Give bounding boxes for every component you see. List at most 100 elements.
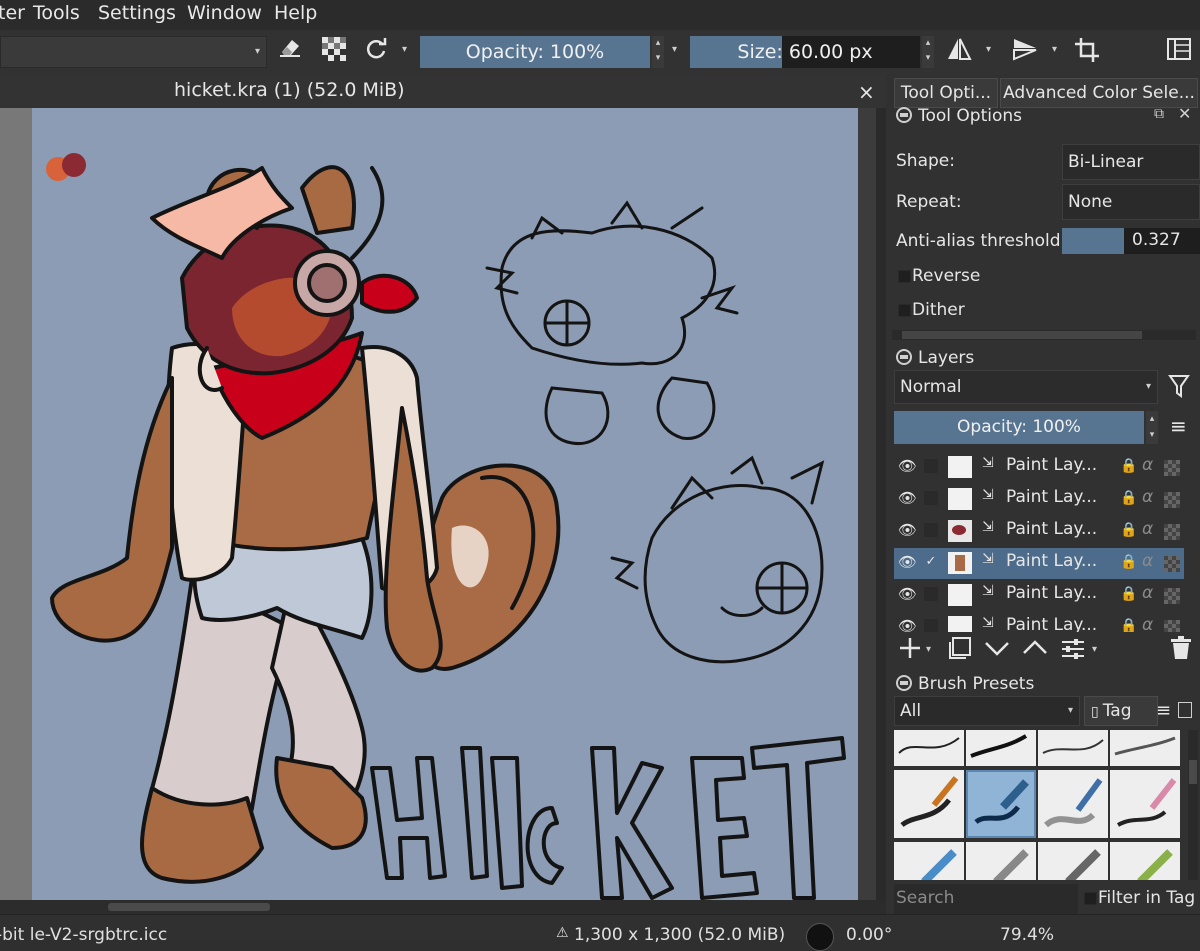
duplicate-layer-icon[interactable] — [946, 636, 972, 665]
brush-search-input[interactable]: Search — [894, 884, 1078, 914]
brush-preset-tile[interactable] — [1110, 842, 1180, 880]
artboard[interactable] — [32, 108, 858, 900]
eye-icon[interactable]: 👁 — [898, 586, 917, 602]
layer-checkbox[interactable]: ✓ — [924, 555, 938, 569]
chevron-down-icon[interactable]: ▾ — [986, 44, 991, 55]
rotation-value[interactable]: 0.00° — [846, 925, 892, 945]
layer-row[interactable]: 👁 ⇲ Paint Lay... 🔒 α — [894, 484, 1184, 515]
opacity-slider[interactable]: Opacity: 100% — [420, 36, 650, 68]
add-layer-icon[interactable] — [898, 636, 922, 665]
layer-checkbox[interactable] — [924, 619, 938, 632]
menu-settings[interactable]: Settings — [98, 2, 176, 24]
float-panel-icon[interactable]: ⧉ — [1154, 106, 1164, 122]
size-spinner[interactable]: ▴ ▾ — [922, 36, 934, 68]
layer-row[interactable]: 👁 ⇲ Paint Lay... 🔒 α — [894, 516, 1184, 547]
color-profile-text[interactable]: -bit le-V2-srgbtrc.icc — [0, 925, 167, 945]
inherit-alpha-icon[interactable] — [1164, 524, 1180, 540]
filter-icon[interactable] — [1168, 374, 1190, 403]
collapse-icon[interactable] — [896, 675, 912, 691]
brush-preset-tile-selected[interactable] — [966, 770, 1036, 838]
panel-icon[interactable] — [1178, 702, 1192, 718]
panel-layout-icon[interactable] — [1164, 37, 1194, 70]
mirror-vertical-icon[interactable] — [1010, 37, 1040, 70]
alpha-lock-icon[interactable]: α — [1142, 487, 1153, 507]
layer-row[interactable]: 👁 ⇲ Paint Lay... 🔒 α — [894, 580, 1184, 611]
brush-preset-tile[interactable] — [894, 730, 964, 766]
collapse-icon[interactable] — [896, 107, 912, 123]
repeat-combo[interactable]: None — [1062, 184, 1200, 220]
inherit-alpha-icon[interactable] — [1164, 460, 1180, 476]
chevron-down-icon[interactable]: ▾ — [1092, 644, 1097, 655]
antialias-slider[interactable]: 0.327 — [1062, 228, 1200, 254]
layer-row-selected[interactable]: 👁 ✓ ⇲ Paint Lay... 🔒 α — [894, 548, 1184, 579]
tag-button[interactable]: ▯ Tag — [1084, 696, 1158, 726]
close-panel-icon[interactable]: ✕ — [1178, 104, 1191, 123]
layer-name[interactable]: Paint Lay... — [1006, 583, 1097, 603]
collapse-icon[interactable] — [896, 349, 912, 365]
lock-icon[interactable]: 🔒 — [1120, 554, 1137, 570]
tool-options-hscroll-thumb[interactable] — [902, 331, 1142, 339]
layer-name[interactable]: Paint Lay... — [1006, 615, 1097, 632]
eraser-mode-icon[interactable] — [276, 36, 304, 67]
menu-help[interactable]: Help — [274, 2, 317, 24]
rotation-dial-icon[interactable] — [806, 923, 834, 951]
view-mode-icon[interactable]: ≡ — [1156, 700, 1171, 721]
shape-combo[interactable]: Bi-Linear — [1062, 144, 1200, 180]
canvas-vertical-scrollbar[interactable] — [876, 108, 886, 900]
menu-tools[interactable]: Tools — [33, 2, 80, 24]
reload-preset-icon[interactable] — [362, 37, 390, 70]
alpha-lock-icon[interactable]: α — [1142, 551, 1153, 571]
chevron-down-icon[interactable]: ▾ — [672, 44, 677, 55]
brush-preset-tile[interactable] — [1038, 842, 1108, 880]
brush-grid-scrollbar[interactable] — [1188, 730, 1198, 880]
menu-window[interactable]: Window — [187, 2, 262, 24]
blend-mode-combo[interactable]: Normal ▾ — [894, 370, 1158, 404]
layer-row[interactable]: 👁 ⇲ Paint Lay... 🔒 α — [894, 612, 1184, 632]
tab-tool-options[interactable]: Tool Opti... — [894, 78, 998, 108]
eye-icon[interactable]: 👁 — [898, 618, 917, 632]
lock-icon[interactable]: 🔒 — [1120, 458, 1137, 474]
layer-opacity-spinner[interactable]: ▴ ▾ — [1146, 411, 1158, 444]
layer-name[interactable]: Paint Lay... — [1006, 487, 1097, 507]
brush-tag-filter-combo[interactable]: All ▾ — [894, 696, 1080, 726]
move-layer-down-icon[interactable] — [984, 638, 1010, 663]
preserve-alpha-icon[interactable] — [320, 37, 348, 65]
delete-layer-icon[interactable] — [1170, 636, 1192, 665]
inherit-alpha-icon[interactable] — [1164, 620, 1180, 632]
brush-preset-tile[interactable] — [1038, 770, 1108, 838]
lock-icon[interactable]: 🔒 — [1120, 490, 1137, 506]
alpha-lock-icon[interactable]: α — [1142, 455, 1153, 475]
chevron-down-icon[interactable]: ▾ — [1052, 44, 1057, 55]
brush-preset-tile[interactable] — [894, 842, 964, 880]
wrap-around-icon[interactable] — [1072, 37, 1102, 72]
document-tab-title[interactable]: hicket.kra (1) (52.0 MiB) — [174, 79, 405, 101]
layer-opacity-slider[interactable]: Opacity: 100% — [894, 411, 1144, 444]
tab-advanced-color-selector[interactable]: Advanced Color Sele... — [1000, 78, 1198, 108]
brush-preset-tile[interactable] — [894, 770, 964, 838]
brush-grid-scroll-thumb[interactable] — [1189, 760, 1197, 784]
eye-icon[interactable]: 👁 — [898, 522, 917, 538]
layer-properties-icon[interactable] — [1060, 638, 1086, 665]
lock-icon[interactable]: 🔒 — [1120, 618, 1137, 632]
chevron-down-icon[interactable]: ▾ — [402, 44, 407, 55]
alpha-lock-icon[interactable]: α — [1142, 615, 1153, 632]
brush-preset-tile[interactable] — [1110, 730, 1180, 766]
opacity-spinner[interactable]: ▴ ▾ — [652, 36, 664, 68]
chevron-down-icon[interactable]: ▾ — [926, 644, 931, 655]
layer-name[interactable]: Paint Lay... — [1006, 551, 1097, 571]
brush-preset-tile[interactable] — [966, 730, 1036, 766]
eye-icon[interactable]: 👁 — [898, 554, 917, 570]
horizontal-scroll-thumb[interactable] — [108, 903, 270, 911]
layer-name[interactable]: Paint Lay... — [1006, 455, 1097, 475]
alpha-lock-icon[interactable]: α — [1142, 583, 1153, 603]
close-icon[interactable]: × — [858, 80, 875, 104]
brush-preset-tile[interactable] — [966, 842, 1036, 880]
inherit-alpha-icon[interactable] — [1164, 588, 1180, 604]
reverse-checkbox[interactable] — [898, 270, 911, 283]
move-layer-up-icon[interactable] — [1022, 638, 1048, 663]
alpha-lock-icon[interactable]: α — [1142, 519, 1153, 539]
canvas-horizontal-scrollbar[interactable] — [0, 900, 886, 914]
tool-options-hscroll[interactable] — [892, 330, 1196, 340]
layer-checkbox[interactable] — [924, 523, 938, 537]
layer-name[interactable]: Paint Lay... — [1006, 519, 1097, 539]
